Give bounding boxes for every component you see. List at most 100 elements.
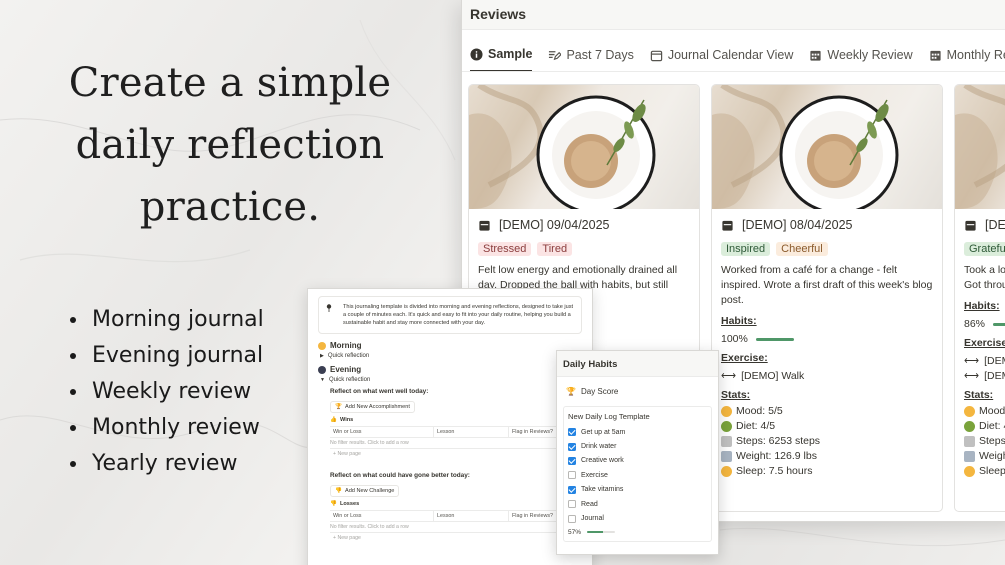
calendar-icon <box>722 220 733 231</box>
habit-checkbox[interactable] <box>568 485 576 494</box>
toggle-label: Quick reflection <box>327 353 370 359</box>
column-header[interactable]: Flag in Reviews? <box>509 427 556 437</box>
habit-percent: 57% <box>568 528 582 536</box>
reviews-header: Reviews <box>462 0 1005 30</box>
tab-label: Sample <box>488 47 533 61</box>
habit-item[interactable]: Read <box>568 497 707 511</box>
calendar-icon <box>650 50 663 61</box>
card-title-text: [DEMO] 09/04/2025 <box>499 218 610 232</box>
tab-monthly-review[interactable]: Monthly Review <box>929 38 1005 72</box>
losses-empty-state[interactable]: No filter results. Click to add a row <box>330 524 582 533</box>
scale-emoji-icon <box>721 451 732 462</box>
habit-progress: 57% <box>568 529 707 536</box>
habits-bar-fill <box>993 322 1005 326</box>
mood-tag: Tired <box>537 242 573 256</box>
stats-list: Mood Diet: 4 Steps Weigh Sleep: <box>964 404 1005 479</box>
column-header[interactable]: Flag in Reviews? <box>509 511 556 521</box>
morning-section[interactable]: Morning <box>318 341 592 350</box>
habit-checkbox[interactable] <box>568 500 576 509</box>
wins-empty-state[interactable]: No filter results. Click to add a row <box>330 440 582 449</box>
exercise-item[interactable]: ⟷ [DEM <box>964 355 1005 367</box>
column-header[interactable]: Win or Loss <box>330 427 434 437</box>
stat-text: Weigh <box>979 450 1005 462</box>
gone-better-prompt: Reflect on what could have gone better t… <box>330 472 470 479</box>
review-card[interactable]: [DEMO] 08/04/2025 Inspired Cheerful Work… <box>711 84 943 512</box>
review-card[interactable]: [DE Grateful Took a lo Got throu Habits:… <box>954 84 1005 512</box>
habit-checkbox[interactable] <box>568 514 576 523</box>
callout-text: This journaling template is divided into… <box>343 304 574 326</box>
exercise-name: [DEM <box>984 370 1005 382</box>
feature-item: Evening journal <box>70 338 264 374</box>
stat-sleep: Sleep: <box>964 464 1005 479</box>
exercise-label: Exercise: <box>721 352 768 364</box>
calendar-icon <box>479 220 490 231</box>
habit-item[interactable]: Creative work <box>568 454 707 468</box>
moon-icon <box>318 365 326 374</box>
habit-bar-fill <box>587 530 603 534</box>
tab-past-7-days[interactable]: Past 7 Days <box>548 38 634 72</box>
habit-checkbox[interactable] <box>568 456 576 465</box>
button-label: Add New Challenge <box>344 488 395 494</box>
feature-item: Weekly review <box>70 374 264 410</box>
tabs-divider <box>462 71 1005 72</box>
habit-item[interactable]: Journal <box>568 511 707 525</box>
stat-steps: Steps: 6253 steps <box>721 434 933 449</box>
mood-tag: Cheerful <box>776 242 828 256</box>
card-title: [DEMO] 09/04/2025 <box>478 218 690 232</box>
mood-tags: Grateful <box>964 242 1005 256</box>
day-score-label: Day Score <box>580 387 619 396</box>
intro-callout: This journaling template is divided into… <box>318 296 582 334</box>
losses-table-header: Win or Loss Lesson Flag in Reviews? <box>330 510 582 522</box>
new-page-label: New page <box>337 451 361 457</box>
column-header[interactable]: Lesson <box>434 427 509 437</box>
reviews-title: Reviews <box>470 6 527 22</box>
add-challenge-button[interactable]: 👎 Add New Challenge <box>330 485 400 497</box>
daily-habits-window: Daily Habits 🏆 Day Score New Daily Log T… <box>556 350 719 555</box>
habits-bar-fill <box>755 337 794 341</box>
heading-text: Losses <box>339 501 360 507</box>
feature-item: Monthly review <box>70 410 264 446</box>
habits-label: Habits: <box>721 315 757 327</box>
tab-label: Past 7 Days <box>566 48 634 62</box>
heading-text: Wins <box>339 417 354 423</box>
habit-item[interactable]: Get up at 5am <box>568 425 707 439</box>
habits-progress: 100% <box>721 333 933 345</box>
column-header[interactable]: Win or Loss <box>330 511 434 521</box>
mood-tag: Grateful <box>964 242 1005 256</box>
stat-diet: Diet: 4 <box>964 419 1005 434</box>
exercise-name: [DEM <box>984 355 1005 367</box>
habit-label: Journal <box>581 515 604 523</box>
habit-checkbox[interactable] <box>568 428 576 437</box>
habit-item[interactable]: Drink water <box>568 439 707 453</box>
evening-section[interactable]: Evening <box>318 365 592 374</box>
add-accomplishment-button[interactable]: 🏆 Add New Accomplishment <box>330 401 415 413</box>
tab-sample[interactable]: Sample <box>470 38 533 72</box>
hero-title: Create a simple daily reflection practic… <box>60 52 400 238</box>
smile-emoji-icon <box>964 406 975 417</box>
dumbbell-icon: ⟷ <box>964 355 980 367</box>
tab-journal-calendar-view[interactable]: Journal Calendar View <box>650 38 793 72</box>
mood-tags: Stressed Tired <box>478 242 690 256</box>
exercise-item[interactable]: ⟷ [DEMO] Walk <box>721 370 933 382</box>
column-header[interactable]: Lesson <box>434 511 509 521</box>
habit-checkbox[interactable] <box>568 471 576 480</box>
habit-checkbox[interactable] <box>568 442 576 451</box>
exercise-item[interactable]: ⟷ [DEM <box>964 370 1005 382</box>
calendar-icon <box>965 220 976 231</box>
evening-quick-reflection-toggle[interactable]: ▼ Quick reflection <box>320 377 592 383</box>
habit-item[interactable]: Take vitamins <box>568 483 707 497</box>
pin-icon <box>326 304 332 312</box>
losses-new-page-button[interactable]: + New page <box>333 535 592 541</box>
mood-tag: Stressed <box>478 242 532 256</box>
section-title: Evening <box>330 365 362 374</box>
wins-new-page-button[interactable]: + New page <box>333 451 592 457</box>
edit-list-icon <box>549 50 562 60</box>
sleeping-emoji-icon <box>964 466 975 477</box>
day-score-row[interactable]: 🏆 Day Score <box>566 387 718 396</box>
card-title: [DE <box>964 218 1005 232</box>
tab-weekly-review[interactable]: Weekly Review <box>809 38 913 72</box>
calendar-grid-icon <box>930 50 941 61</box>
habit-item[interactable]: Exercise <box>568 468 707 482</box>
morning-quick-reflection-toggle[interactable]: ▶ Quick reflection <box>320 353 592 359</box>
trophy-icon: 🏆 <box>335 404 342 410</box>
